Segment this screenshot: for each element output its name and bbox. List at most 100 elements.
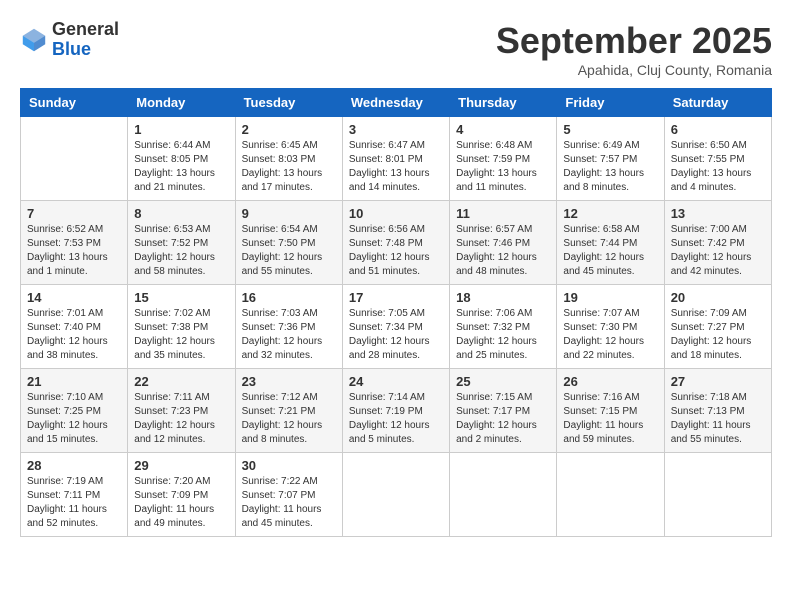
calendar-day-cell: 3 Sunrise: 6:47 AM Sunset: 8:01 PM Daylig…	[342, 117, 449, 201]
day-of-week-header: Saturday	[664, 89, 771, 117]
month-title: September 2025	[496, 20, 772, 62]
day-number: 7	[27, 206, 121, 221]
day-number: 1	[134, 122, 228, 137]
day-number: 11	[456, 206, 550, 221]
day-info: Sunrise: 6:57 AM Sunset: 7:46 PM Dayligh…	[456, 223, 550, 279]
day-info: Sunrise: 7:03 AM Sunset: 7:36 PM Dayligh…	[242, 307, 336, 363]
logo-text: General Blue	[52, 20, 119, 60]
day-info: Sunrise: 7:02 AM Sunset: 7:38 PM Dayligh…	[134, 307, 228, 363]
calendar-day-cell: 20 Sunrise: 7:09 AM Sunset: 7:27 PM Dayli…	[664, 285, 771, 369]
calendar-day-cell: 9Sunrise: 6:54 AM Sunset: 7:50 PM Daylig…	[235, 201, 342, 285]
calendar-header-row: SundayMondayTuesdayWednesdayThursdayFrid…	[21, 89, 772, 117]
calendar-day-cell: 28 Sunrise: 7:19 AM Sunset: 7:11 PM Dayli…	[21, 453, 128, 537]
calendar-day-cell: 16 Sunrise: 7:03 AM Sunset: 7:36 PM Dayli…	[235, 285, 342, 369]
calendar-day-cell: 21 Sunrise: 7:10 AM Sunset: 7:25 PM Dayli…	[21, 369, 128, 453]
calendar-day-cell: 22 Sunrise: 7:11 AM Sunset: 7:23 PM Dayli…	[128, 369, 235, 453]
day-info: Sunrise: 7:11 AM Sunset: 7:23 PM Dayligh…	[134, 391, 228, 447]
day-number: 2	[242, 122, 336, 137]
day-number: 20	[671, 290, 765, 305]
day-info: Sunrise: 7:01 AM Sunset: 7:40 PM Dayligh…	[27, 307, 121, 363]
day-of-week-header: Friday	[557, 89, 664, 117]
calendar-day-cell: 1 Sunrise: 6:44 AM Sunset: 8:05 PM Daylig…	[128, 117, 235, 201]
day-info: Sunrise: 7:16 AM Sunset: 7:15 PM Dayligh…	[563, 391, 657, 447]
day-number: 21	[27, 374, 121, 389]
calendar-day-cell: 18 Sunrise: 7:06 AM Sunset: 7:32 PM Dayli…	[450, 285, 557, 369]
day-info: Sunrise: 6:45 AM Sunset: 8:03 PM Dayligh…	[242, 139, 336, 195]
day-number: 29	[134, 458, 228, 473]
day-info: Sunrise: 7:19 AM Sunset: 7:11 PM Dayligh…	[27, 475, 121, 531]
day-number: 17	[349, 290, 443, 305]
day-number: 19	[563, 290, 657, 305]
day-info: Sunrise: 6:48 AM Sunset: 7:59 PM Dayligh…	[456, 139, 550, 195]
calendar-day-cell	[557, 453, 664, 537]
day-number: 26	[563, 374, 657, 389]
calendar-week-row: 21 Sunrise: 7:10 AM Sunset: 7:25 PM Dayli…	[21, 369, 772, 453]
day-number: 8	[134, 206, 228, 221]
day-of-week-header: Tuesday	[235, 89, 342, 117]
day-of-week-header: Thursday	[450, 89, 557, 117]
calendar-day-cell: 5 Sunrise: 6:49 AM Sunset: 7:57 PM Daylig…	[557, 117, 664, 201]
day-number: 30	[242, 458, 336, 473]
day-number: 18	[456, 290, 550, 305]
day-of-week-header: Wednesday	[342, 89, 449, 117]
calendar-day-cell: 24Sunrise: 7:14 AM Sunset: 7:19 PM Dayli…	[342, 369, 449, 453]
day-number: 22	[134, 374, 228, 389]
calendar-day-cell: 29 Sunrise: 7:20 AM Sunset: 7:09 PM Dayli…	[128, 453, 235, 537]
calendar-day-cell: 15 Sunrise: 7:02 AM Sunset: 7:38 PM Dayli…	[128, 285, 235, 369]
logo: General Blue	[20, 20, 119, 60]
calendar-day-cell: 25Sunrise: 7:15 AM Sunset: 7:17 PM Dayli…	[450, 369, 557, 453]
calendar-day-cell: 17 Sunrise: 7:05 AM Sunset: 7:34 PM Dayli…	[342, 285, 449, 369]
calendar-week-row: 1 Sunrise: 6:44 AM Sunset: 8:05 PM Daylig…	[21, 117, 772, 201]
day-number: 28	[27, 458, 121, 473]
calendar-day-cell: 7 Sunrise: 6:52 AM Sunset: 7:53 PM Daylig…	[21, 201, 128, 285]
title-block: September 2025 Apahida, Cluj County, Rom…	[496, 20, 772, 78]
day-info: Sunrise: 6:49 AM Sunset: 7:57 PM Dayligh…	[563, 139, 657, 195]
location: Apahida, Cluj County, Romania	[496, 62, 772, 78]
day-info: Sunrise: 6:52 AM Sunset: 7:53 PM Dayligh…	[27, 223, 121, 279]
calendar-week-row: 28 Sunrise: 7:19 AM Sunset: 7:11 PM Dayli…	[21, 453, 772, 537]
day-number: 4	[456, 122, 550, 137]
day-number: 16	[242, 290, 336, 305]
day-info: Sunrise: 7:09 AM Sunset: 7:27 PM Dayligh…	[671, 307, 765, 363]
day-number: 6	[671, 122, 765, 137]
day-info: Sunrise: 6:56 AM Sunset: 7:48 PM Dayligh…	[349, 223, 443, 279]
calendar-table: SundayMondayTuesdayWednesdayThursdayFrid…	[20, 88, 772, 537]
calendar-day-cell: 26 Sunrise: 7:16 AM Sunset: 7:15 PM Dayli…	[557, 369, 664, 453]
calendar-day-cell: 19 Sunrise: 7:07 AM Sunset: 7:30 PM Dayli…	[557, 285, 664, 369]
calendar-day-cell: 8Sunrise: 6:53 AM Sunset: 7:52 PM Daylig…	[128, 201, 235, 285]
calendar-week-row: 7 Sunrise: 6:52 AM Sunset: 7:53 PM Daylig…	[21, 201, 772, 285]
day-number: 3	[349, 122, 443, 137]
calendar-day-cell: 10 Sunrise: 6:56 AM Sunset: 7:48 PM Dayli…	[342, 201, 449, 285]
logo-blue: Blue	[52, 40, 119, 60]
calendar-day-cell: 23Sunrise: 7:12 AM Sunset: 7:21 PM Dayli…	[235, 369, 342, 453]
page-header: General Blue September 2025 Apahida, Clu…	[20, 20, 772, 78]
day-info: Sunrise: 7:20 AM Sunset: 7:09 PM Dayligh…	[134, 475, 228, 531]
day-info: Sunrise: 7:06 AM Sunset: 7:32 PM Dayligh…	[456, 307, 550, 363]
day-number: 15	[134, 290, 228, 305]
day-number: 12	[563, 206, 657, 221]
day-number: 25	[456, 374, 550, 389]
day-info: Sunrise: 6:50 AM Sunset: 7:55 PM Dayligh…	[671, 139, 765, 195]
day-number: 10	[349, 206, 443, 221]
calendar-day-cell	[664, 453, 771, 537]
calendar-day-cell: 6 Sunrise: 6:50 AM Sunset: 7:55 PM Daylig…	[664, 117, 771, 201]
day-info: Sunrise: 6:47 AM Sunset: 8:01 PM Dayligh…	[349, 139, 443, 195]
day-of-week-header: Sunday	[21, 89, 128, 117]
day-info: Sunrise: 7:22 AM Sunset: 7:07 PM Dayligh…	[242, 475, 336, 531]
day-number: 5	[563, 122, 657, 137]
calendar-day-cell: 30 Sunrise: 7:22 AM Sunset: 7:07 PM Dayli…	[235, 453, 342, 537]
calendar-day-cell: 27Sunrise: 7:18 AM Sunset: 7:13 PM Dayli…	[664, 369, 771, 453]
calendar-day-cell: 2 Sunrise: 6:45 AM Sunset: 8:03 PM Daylig…	[235, 117, 342, 201]
day-info: Sunrise: 7:05 AM Sunset: 7:34 PM Dayligh…	[349, 307, 443, 363]
day-info: Sunrise: 7:10 AM Sunset: 7:25 PM Dayligh…	[27, 391, 121, 447]
day-number: 14	[27, 290, 121, 305]
calendar-day-cell: 12 Sunrise: 6:58 AM Sunset: 7:44 PM Dayli…	[557, 201, 664, 285]
calendar-day-cell: 4 Sunrise: 6:48 AM Sunset: 7:59 PM Daylig…	[450, 117, 557, 201]
day-info: Sunrise: 7:00 AM Sunset: 7:42 PM Dayligh…	[671, 223, 765, 279]
day-info: Sunrise: 7:18 AM Sunset: 7:13 PM Dayligh…	[671, 391, 765, 447]
day-number: 23	[242, 374, 336, 389]
day-info: Sunrise: 6:44 AM Sunset: 8:05 PM Dayligh…	[134, 139, 228, 195]
calendar-day-cell: 11 Sunrise: 6:57 AM Sunset: 7:46 PM Dayli…	[450, 201, 557, 285]
day-info: Sunrise: 6:58 AM Sunset: 7:44 PM Dayligh…	[563, 223, 657, 279]
day-info: Sunrise: 7:07 AM Sunset: 7:30 PM Dayligh…	[563, 307, 657, 363]
